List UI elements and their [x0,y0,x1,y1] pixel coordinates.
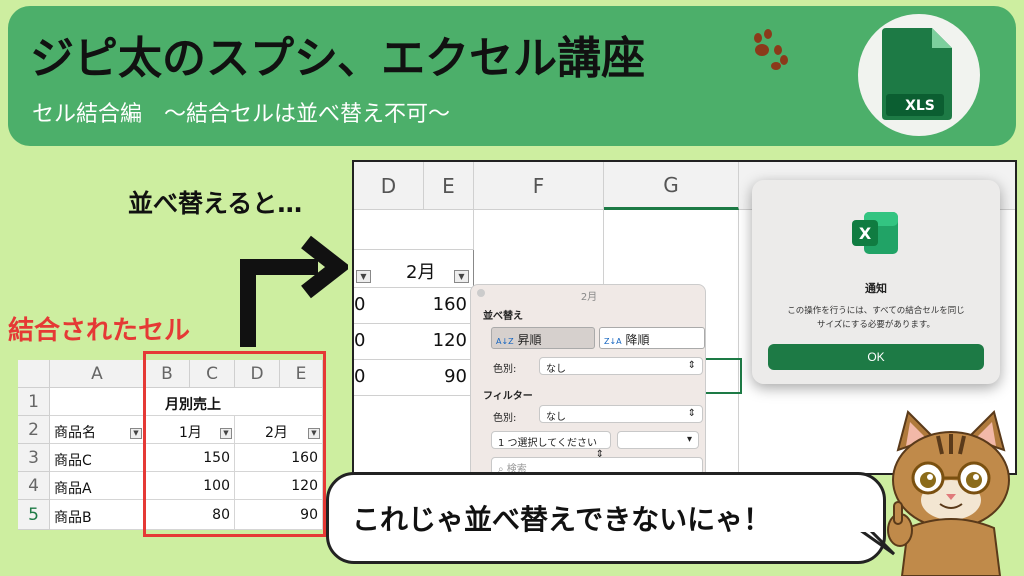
filter-condition-select[interactable]: 1 つ選択してください ⇕ [491,431,611,460]
sort-filter-panel: 2月 並べ替え A↓Z 昇順 Z↓A 降順 色別: なし ⇕ フィルター 色別: … [470,284,706,484]
sort-desc-label: 降順 [625,333,650,347]
product-name-cell[interactable]: 商品A [50,472,145,500]
column-header-g[interactable]: G [604,162,739,210]
row-header[interactable]: 3 [18,444,50,472]
sort-descending-button[interactable]: Z↓A 降順 [599,327,705,349]
xls-file-icon: XLS [858,14,980,136]
sort-ascending-button[interactable]: A↓Z 昇順 [491,327,595,349]
table-row[interactable]: 0 90 [354,360,474,396]
row-header[interactable]: 5 [18,500,50,530]
merged-cells-highlight [143,351,326,537]
dialog-title: 通知 [865,282,887,295]
filter-value-input[interactable]: ▾ [617,431,699,449]
excel-app-icon: X [852,212,898,254]
svg-text:X: X [859,224,872,243]
chevron-updown-icon: ⇕ [687,360,696,371]
right-arrow-icon [240,235,348,347]
panel-title: 2月 [580,292,598,303]
merged-header-cell[interactable]: 2月 ▼ ▼ [354,250,474,288]
chevron-updown-icon: ⇕ [687,408,696,419]
column-header-a[interactable]: A [50,360,145,388]
grid-cell[interactable] [354,210,474,250]
paw-icon [754,29,788,70]
filter-color-label: 色別: [493,413,517,424]
page-title: ジピ太のスプシ、エクセル講座 [30,33,646,84]
ok-button[interactable]: OK [768,344,984,370]
sort-desc-icon: Z↓A [604,337,622,346]
filter-dropdown-icon[interactable]: ▼ [130,428,142,439]
sort-asc-icon: A↓Z [496,337,514,346]
filter-dropdown-icon[interactable]: ▼ [454,270,469,283]
cell-value: 90 [444,366,467,387]
header-text: 商品名 [54,425,96,441]
table-row[interactable]: 0 160 [354,288,474,324]
header-cell-text: 2月 [406,262,436,283]
page-subtitle: セル結合編 ～結合セルは並べ替え不可～ [32,102,451,127]
column-header-e[interactable]: E [424,162,474,210]
cell-value: 0 [354,366,366,387]
grid-cell[interactable] [50,388,145,416]
row-header[interactable]: 2 [18,416,50,444]
table-row[interactable]: 0 120 [354,324,474,360]
cell-value: 0 [354,294,366,315]
sort-color-select[interactable]: なし ⇕ [539,357,703,375]
cat-mascot-icon [887,410,1010,576]
xls-label: XLS [905,98,935,114]
merged-cell-caption: 結合されたセル [8,316,191,346]
color-label: 色別: [493,364,517,375]
bubble-text: これじゃ並べ替えできないにゃ！ [352,503,772,536]
row-header[interactable]: 4 [18,472,50,500]
cell-value: 0 [354,330,366,351]
filter-dropdown-icon[interactable]: ▼ [356,270,371,283]
column-header-d[interactable]: D [354,162,424,210]
dialog-message-line2: サイズにする必要があります。 [817,320,935,330]
filter-color-select[interactable]: なし ⇕ [539,405,703,423]
header-cell[interactable]: 商品名 ▼ [50,416,145,444]
arrow-caption: 並べ替えると… [128,189,303,218]
product-name-cell[interactable]: 商品B [50,500,145,530]
product-name-cell[interactable]: 商品C [50,444,145,472]
cell-value: 120 [432,330,467,351]
dialog-message-line1: この操作を行うには、すべての結合セルを同じ [787,306,965,316]
select-all-corner[interactable] [18,360,50,388]
chevron-down-icon: ▾ [686,434,692,445]
column-header-f[interactable]: F [474,162,604,210]
row-header[interactable]: 1 [18,388,50,416]
filter-heading: フィルター [483,391,533,402]
sort-asc-label: 昇順 [517,333,542,347]
sort-heading: 並べ替え [483,311,523,322]
cell-value: 160 [432,294,467,315]
